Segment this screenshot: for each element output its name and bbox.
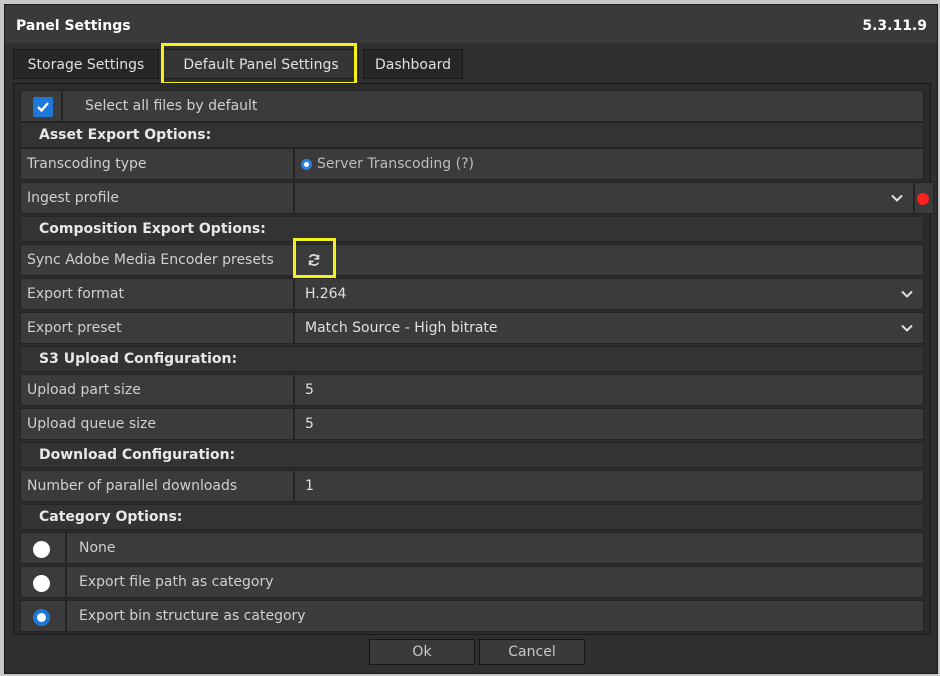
ok-button[interactable]: Ok: [369, 639, 475, 665]
transcoding-type-row: Transcoding type Server Transcoding (?): [20, 148, 924, 180]
status-dot-icon: [917, 193, 929, 205]
upload-queue-size-row: Upload queue size 5: [20, 408, 924, 440]
upload-part-size-row: Upload part size 5: [20, 374, 924, 406]
export-format-select[interactable]: H.264: [294, 278, 924, 310]
title-bar: Panel Settings 5.3.11.9: [5, 5, 937, 43]
category-option-none[interactable]: None: [20, 532, 924, 564]
section-s3-upload: S3 Upload Configuration:: [20, 346, 924, 372]
transcoding-type-label: Transcoding type: [20, 148, 294, 180]
section-download: Download Configuration:: [20, 442, 924, 468]
upload-queue-size-input[interactable]: 5: [294, 408, 924, 440]
select-all-checkbox[interactable]: [33, 97, 53, 117]
server-transcoding-radio[interactable]: [301, 158, 312, 170]
server-transcoding-label: Server Transcoding (?): [317, 156, 474, 172]
sync-presets-row: Sync Adobe Media Encoder presets: [20, 244, 924, 276]
ingest-profile-label: Ingest profile: [20, 182, 294, 214]
sync-presets-label: Sync Adobe Media Encoder presets: [20, 244, 294, 276]
select-all-row: Select all files by default: [20, 90, 924, 122]
tab-default-panel-settings[interactable]: Default Panel Settings: [163, 49, 359, 79]
export-preset-select[interactable]: Match Source - High bitrate: [294, 312, 924, 344]
category-none-label: None: [66, 532, 924, 564]
export-format-label: Export format: [20, 278, 294, 310]
export-format-row: Export format H.264: [20, 278, 924, 310]
version-label: 5.3.11.9: [862, 18, 927, 34]
category-bin-structure-label: Export bin structure as category: [66, 600, 924, 632]
category-file-path-radio[interactable]: [33, 575, 50, 592]
refresh-icon[interactable]: [307, 253, 321, 267]
category-option-file-path[interactable]: Export file path as category: [20, 566, 924, 598]
parallel-downloads-input[interactable]: 1: [294, 470, 924, 502]
section-asset-export: Asset Export Options:: [20, 122, 924, 148]
chevron-down-icon: [901, 290, 913, 298]
tab-dashboard[interactable]: Dashboard: [363, 49, 463, 79]
category-option-bin-structure[interactable]: Export bin structure as category: [20, 600, 924, 632]
export-preset-label: Export preset: [20, 312, 294, 344]
check-icon: [37, 102, 49, 113]
section-composition-export: Composition Export Options:: [20, 216, 924, 242]
select-all-label: Select all files by default: [62, 90, 924, 122]
panel-settings-window: Panel Settings 5.3.11.9 Storage Settings…: [4, 4, 938, 674]
ingest-profile-select[interactable]: [294, 182, 914, 214]
section-category: Category Options:: [20, 504, 924, 530]
category-none-radio[interactable]: [33, 541, 50, 558]
tab-storage-settings[interactable]: Storage Settings: [13, 49, 159, 79]
dialog-footer: Ok Cancel: [5, 637, 937, 675]
chevron-down-icon: [901, 324, 913, 332]
parallel-downloads-label: Number of parallel downloads: [20, 470, 294, 502]
upload-part-size-label: Upload part size: [20, 374, 294, 406]
chevron-down-icon: [891, 194, 903, 202]
upload-queue-size-label: Upload queue size: [20, 408, 294, 440]
cancel-button[interactable]: Cancel: [479, 639, 585, 665]
window-title: Panel Settings: [16, 18, 131, 34]
category-bin-structure-radio[interactable]: [33, 609, 50, 626]
parallel-downloads-row: Number of parallel downloads 1: [20, 470, 924, 502]
settings-panel: Select all files by default Asset Export…: [13, 83, 934, 635]
category-file-path-label: Export file path as category: [66, 566, 924, 598]
ingest-profile-row: Ingest profile: [20, 182, 934, 214]
upload-part-size-input[interactable]: 5: [294, 374, 924, 406]
export-preset-row: Export preset Match Source - High bitrat…: [20, 312, 924, 344]
